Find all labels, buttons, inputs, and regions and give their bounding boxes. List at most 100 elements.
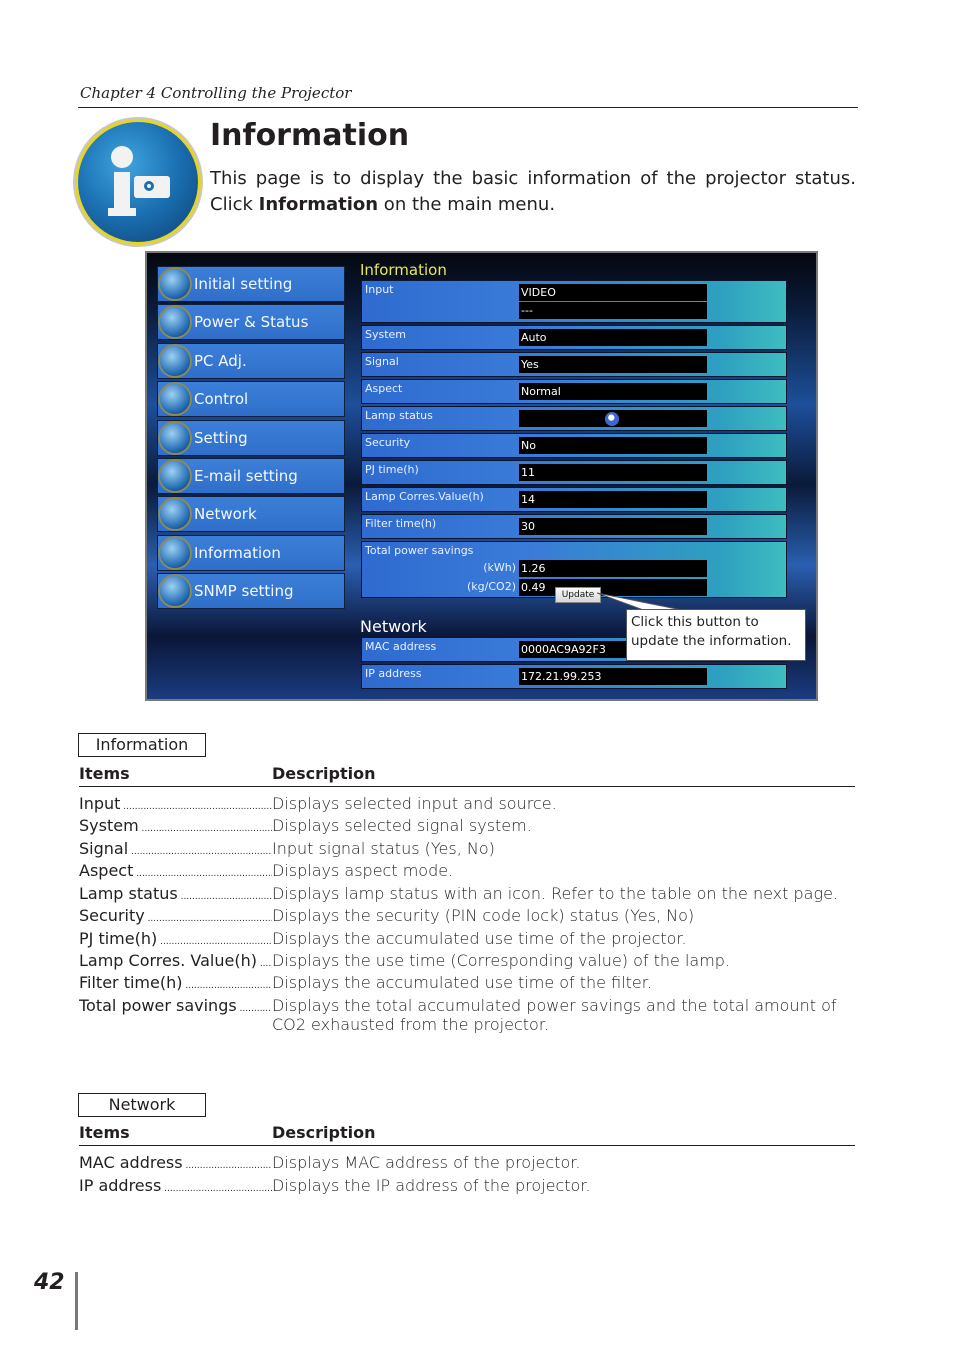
menu-label: Initial setting <box>194 275 293 293</box>
row-description: Displays selected signal system. <box>272 816 532 835</box>
pj-time-value: 11 <box>519 464 707 481</box>
info-row-security: Security No <box>361 433 787 458</box>
setting-icon <box>160 422 190 453</box>
network-section-title: Network <box>360 617 427 636</box>
menu-label: Information <box>194 543 281 562</box>
row-item: Lamp Corres. Value(h) <box>79 951 272 974</box>
intro-text-end: on the main menu. <box>378 194 556 215</box>
row-label: Security <box>365 436 411 449</box>
control-icon <box>160 384 190 415</box>
row-label: Lamp Corres.Value(h) <box>365 490 484 503</box>
row-description: Displays the total accumulated power sav… <box>272 996 837 1034</box>
row-item: IP address <box>79 1176 272 1199</box>
information-icon <box>160 537 190 568</box>
row-description: Displays the accumulated use time of the… <box>272 929 687 948</box>
network-row-ip: IP address 172.21.99.253 <box>361 664 787 689</box>
info-row-signal: Signal Yes <box>361 352 787 377</box>
row-label: System <box>365 328 407 341</box>
row-item: Security <box>79 906 272 929</box>
menu-item-snmp-setting[interactable]: SNMP setting <box>157 573 345 610</box>
row-label: Total power savings <box>365 544 474 557</box>
network-table-header: Items Description <box>79 1123 855 1146</box>
row-description: Displays the security (PIN code lock) st… <box>272 906 695 925</box>
row-item: Lamp status <box>79 884 272 907</box>
page-number: 42 <box>34 1270 65 1295</box>
row-item: Aspect <box>79 861 272 884</box>
menu-label: E-mail setting <box>194 466 298 485</box>
pc-adj-icon <box>160 345 190 376</box>
kwh-label: (kWh) <box>483 561 516 574</box>
menu-item-power-status[interactable]: Power & Status <box>157 304 345 341</box>
menu-item-control[interactable]: Control <box>157 381 345 418</box>
header-rule <box>78 107 858 108</box>
info-row-aspect: Aspect Normal <box>361 379 787 404</box>
chapter-header: Chapter 4 Controlling the Projector <box>80 84 352 102</box>
info-grid: Input VIDEO --- System Auto Signal Yes Aspe… <box>361 280 787 600</box>
info-section-title: Information <box>360 261 447 279</box>
row-item: System <box>79 816 272 839</box>
main-menu: Initial setting Power & Status PC Adj. C… <box>157 266 345 612</box>
power-status-icon <box>160 307 190 338</box>
network-table-tag: Network <box>78 1093 206 1117</box>
row-description: Displays MAC address of the projector. <box>272 1153 581 1172</box>
menu-item-information[interactable]: Information <box>157 534 345 571</box>
row-description: Displays lamp status with an icon. Refer… <box>272 884 838 903</box>
row-label: Signal <box>365 355 399 368</box>
snmp-icon <box>160 576 190 607</box>
menu-label: SNMP setting <box>194 582 294 601</box>
page-title: Information <box>210 118 410 153</box>
initial-setting-icon <box>160 269 190 299</box>
intro-paragraph: This page is to display the basic inform… <box>210 166 856 218</box>
web-control-screenshot: Initial setting Power & Status PC Adj. C… <box>145 251 818 701</box>
row-label: Filter time(h) <box>365 517 437 530</box>
ip-value: 172.21.99.253 <box>519 668 707 685</box>
col-items-header: Items <box>79 1123 130 1142</box>
info-row-system: System Auto <box>361 325 787 350</box>
network-icon <box>160 499 190 530</box>
info-row-lamp-status: Lamp status <box>361 406 787 431</box>
row-label: Aspect <box>365 382 403 395</box>
row-label: MAC address <box>365 640 437 653</box>
co2-label: (kg/CO2) <box>467 580 516 593</box>
row-description: Displays the use time (Corresponding val… <box>272 951 731 970</box>
menu-item-network[interactable]: Network <box>157 496 345 533</box>
row-description: Displays the IP address of the projector… <box>272 1176 591 1195</box>
email-icon <box>160 460 190 491</box>
info-row-pj-time: PJ time(h) 11 <box>361 460 787 485</box>
source-value: --- <box>519 302 707 319</box>
kwh-value: 1.26 <box>519 560 707 577</box>
system-value: Auto <box>519 329 707 346</box>
menu-label: PC Adj. <box>194 351 247 370</box>
col-description-header: Description <box>272 764 376 783</box>
intro-bold-text: Information <box>258 194 379 215</box>
signal-value: Yes <box>519 356 707 373</box>
row-label: Lamp status <box>365 409 433 422</box>
menu-item-pc-adj[interactable]: PC Adj. <box>157 342 345 379</box>
info-table-tag: Information <box>78 733 206 757</box>
row-label: PJ time(h) <box>365 463 419 476</box>
lamp-bulb-icon <box>605 412 619 426</box>
menu-label: Control <box>194 390 249 409</box>
row-description: Displays the accumulated use time of the… <box>272 973 652 992</box>
lamp-corres-value: 14 <box>519 491 707 508</box>
security-value: No <box>519 437 707 454</box>
row-item: Signal <box>79 839 272 862</box>
menu-label: Network <box>194 505 257 524</box>
update-callout: Click this button to update the informat… <box>626 609 806 661</box>
menu-label: Power & Status <box>194 313 309 332</box>
update-button[interactable]: Update <box>555 587 601 603</box>
info-row-lamp-corres: Lamp Corres.Value(h) 14 <box>361 487 787 512</box>
info-row-input: Input VIDEO --- <box>361 280 787 323</box>
menu-item-setting[interactable]: Setting <box>157 419 345 456</box>
menu-item-initial-setting[interactable]: Initial setting <box>157 266 345 302</box>
info-table-header: Items Description <box>79 764 855 787</box>
row-item: MAC address <box>79 1153 272 1176</box>
row-item: Total power savings <box>79 996 272 1019</box>
input-value: VIDEO <box>519 284 707 301</box>
lamp-status-value <box>519 410 707 427</box>
menu-item-email-setting[interactable]: E-mail setting <box>157 457 345 494</box>
menu-label: Setting <box>194 428 248 447</box>
row-item: Filter time(h) <box>79 973 272 996</box>
aspect-value: Normal <box>519 383 707 400</box>
info-row-filter-time: Filter time(h) 30 <box>361 514 787 539</box>
